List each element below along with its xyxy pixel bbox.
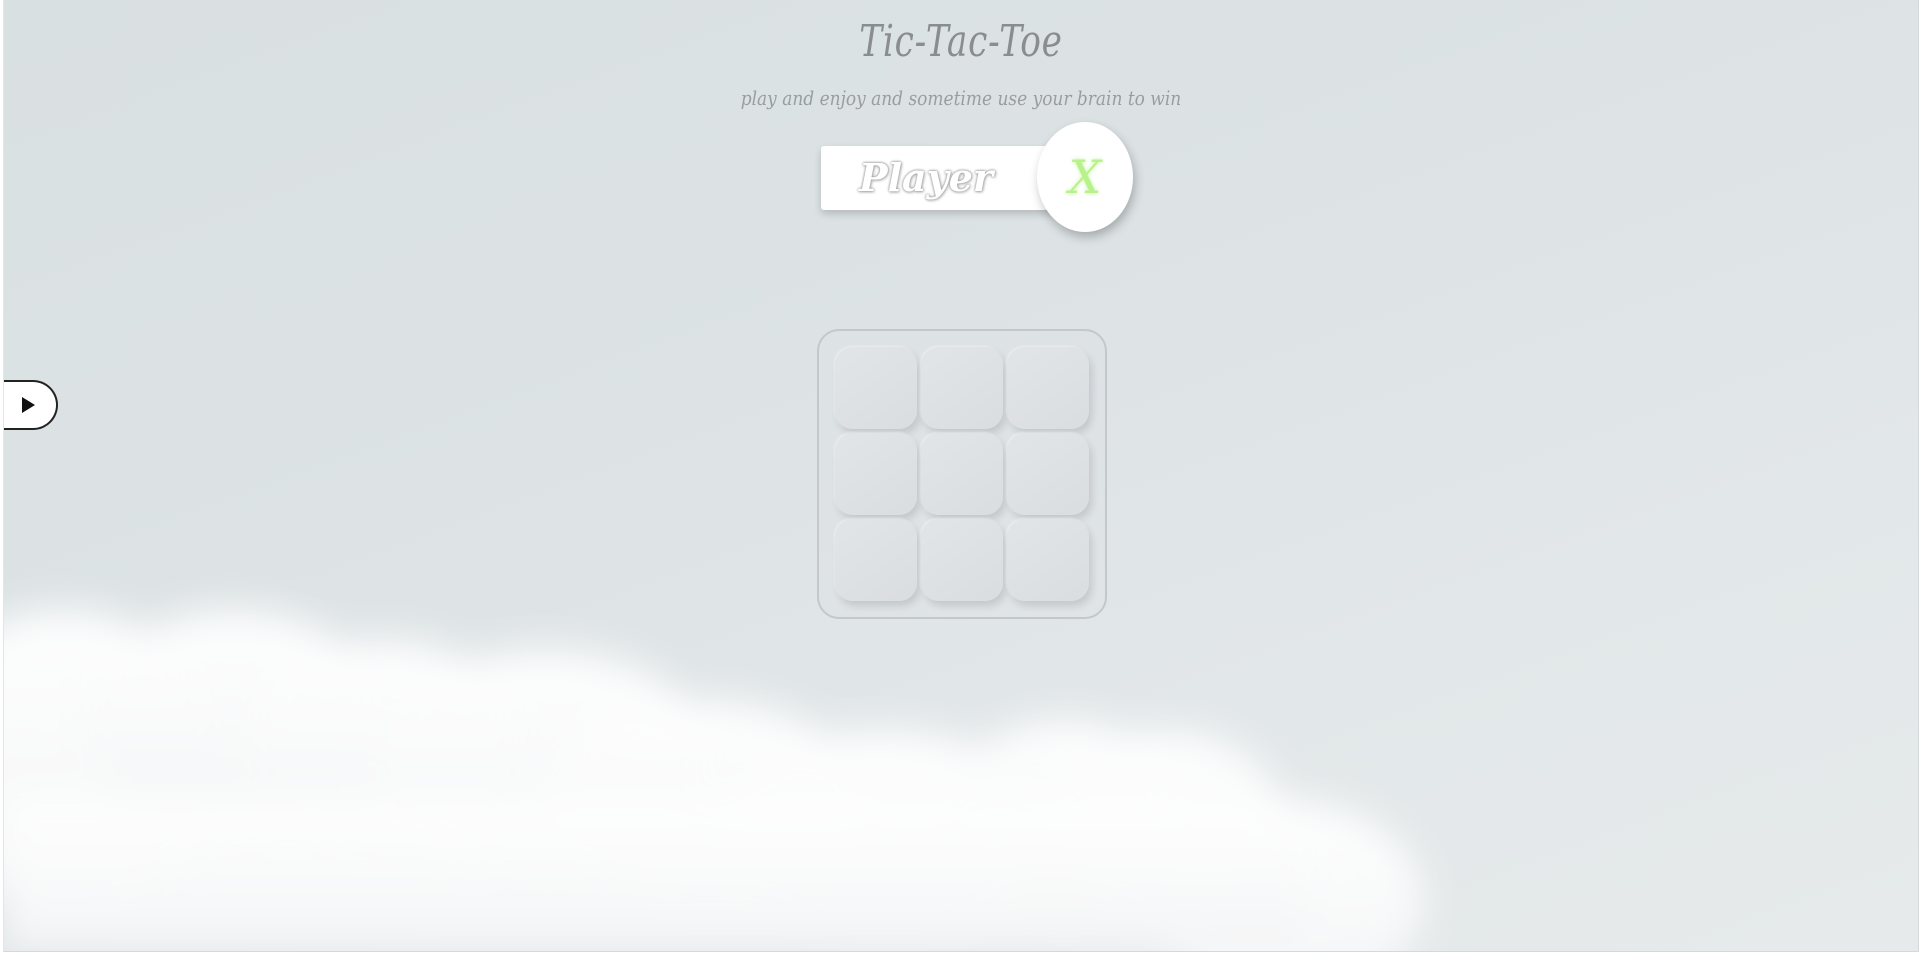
game-board xyxy=(817,329,1107,619)
player-panel: Player xyxy=(821,146,1061,210)
board-cell-7[interactable] xyxy=(835,519,917,601)
board-cell-1[interactable] xyxy=(835,347,917,429)
board-cell-2[interactable] xyxy=(921,347,1003,429)
game-title: Tic-Tac-Toe xyxy=(859,16,1063,67)
current-turn-badge: X xyxy=(1037,122,1133,232)
board-cell-5[interactable] xyxy=(921,433,1003,515)
board-cell-6[interactable] xyxy=(1007,433,1089,515)
play-icon xyxy=(22,397,35,413)
player-label: Player xyxy=(859,155,993,200)
board-cell-3[interactable] xyxy=(1007,347,1089,429)
board-cell-8[interactable] xyxy=(921,519,1003,601)
board-cell-9[interactable] xyxy=(1007,519,1089,601)
game-subtitle: play and enjoy and sometime use your bra… xyxy=(740,86,1182,110)
board-cell-4[interactable] xyxy=(835,433,917,515)
current-mark: X xyxy=(1068,150,1102,204)
side-panel-toggle-button[interactable] xyxy=(4,380,58,430)
game-viewport: Tic-Tac-Toe play and enjoy and sometime … xyxy=(3,0,1919,952)
